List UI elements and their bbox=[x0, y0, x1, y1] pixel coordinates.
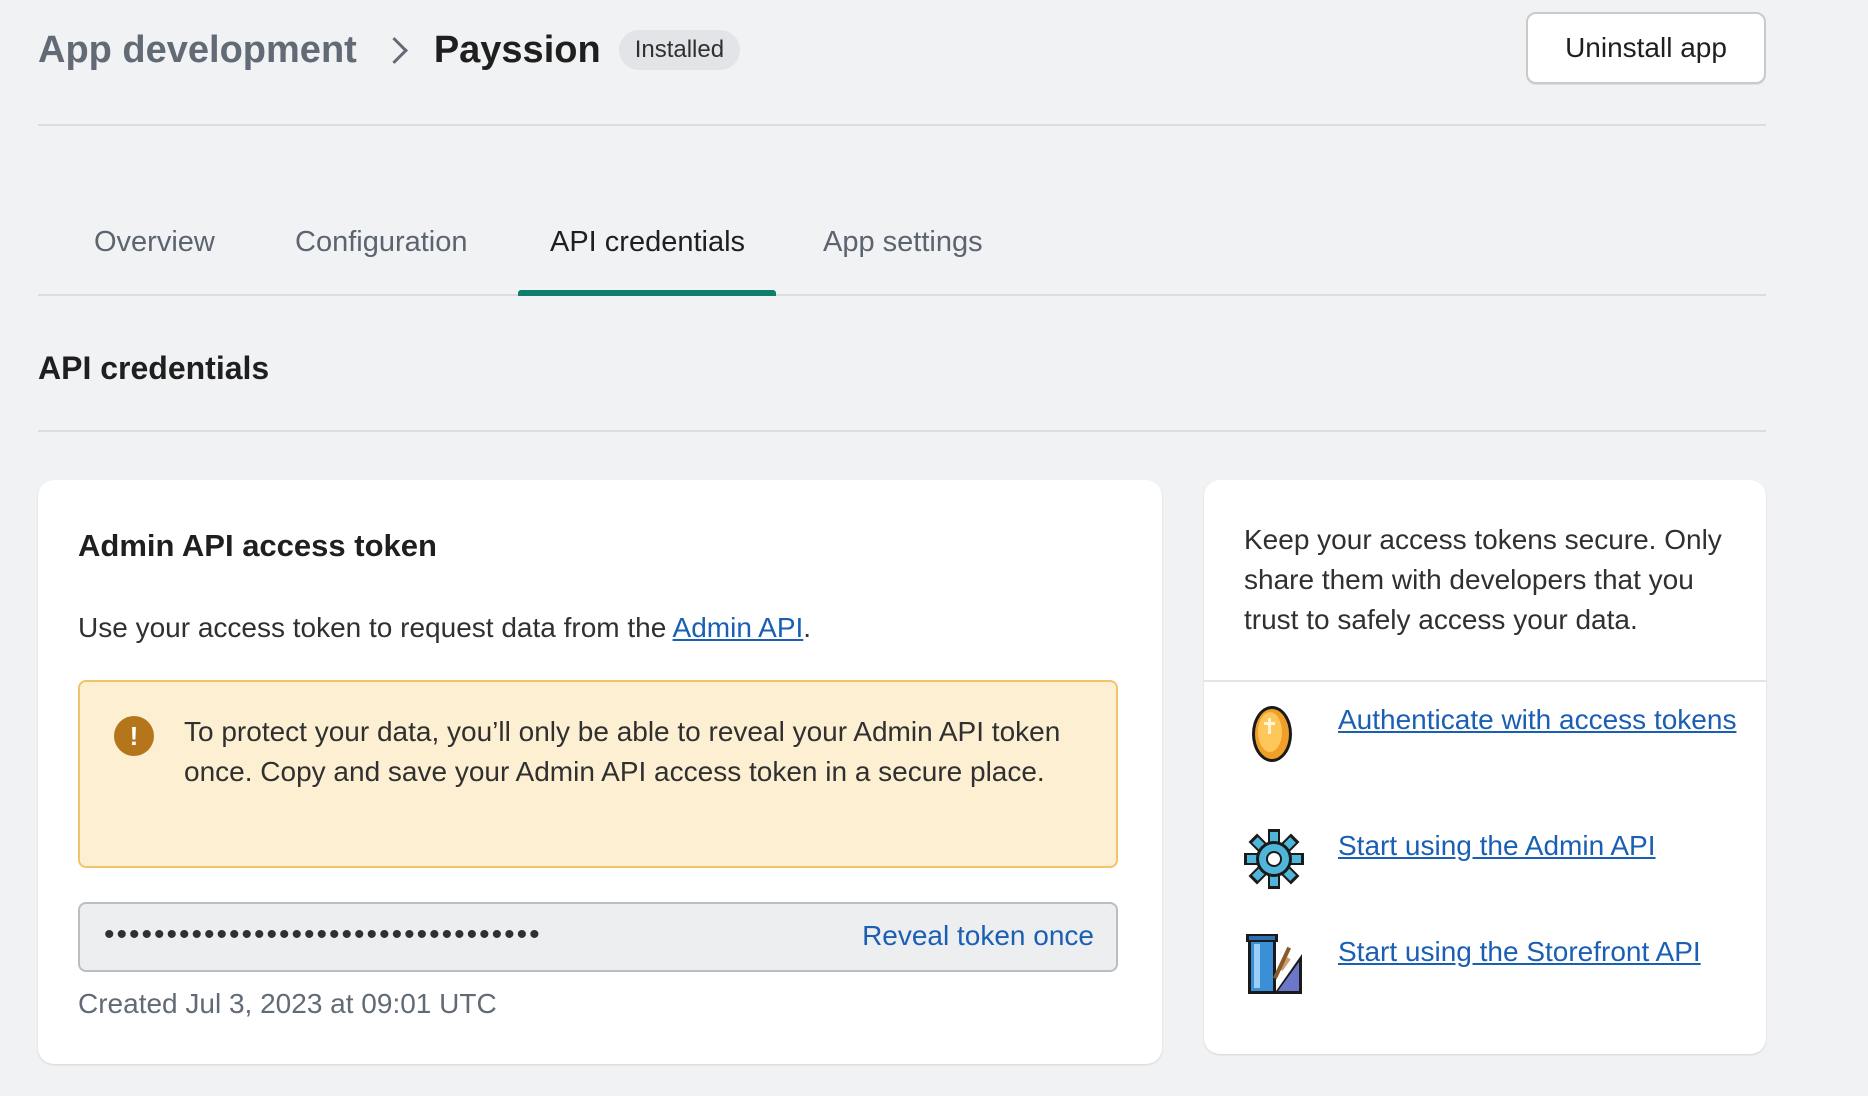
breadcrumb: App development Payssion Installed bbox=[38, 22, 741, 78]
section-title: API credentials bbox=[38, 350, 270, 386]
start-admin-api-link[interactable]: Start using the Admin API bbox=[1338, 826, 1738, 866]
section-divider bbox=[38, 430, 1766, 432]
exclamation-icon: ! bbox=[114, 716, 154, 756]
resource-item-authenticate: Authenticate with access tokens bbox=[1244, 700, 1738, 766]
warning-text: To protect your data, you’ll only be abl… bbox=[184, 716, 1061, 787]
gear-icon bbox=[1244, 829, 1304, 889]
admin-token-card-title: Admin API access token bbox=[78, 528, 437, 563]
resource-item-admin-api: Start using the Admin API bbox=[1244, 826, 1738, 892]
page-header: App development Payssion Installed Unins… bbox=[38, 0, 1766, 126]
status-badge: Installed bbox=[618, 30, 741, 70]
page: App development Payssion Installed Unins… bbox=[38, 0, 1766, 1064]
tab-api-credentials[interactable]: API credentials bbox=[550, 226, 745, 259]
uninstall-app-button[interactable]: Uninstall app bbox=[1526, 12, 1766, 84]
admin-token-description: Use your access token to request data fr… bbox=[78, 612, 811, 644]
token-created-timestamp: Created Jul 3, 2023 at 09:01 UTC bbox=[78, 988, 497, 1019]
active-tab-indicator bbox=[518, 290, 776, 296]
start-storefront-api-link[interactable]: Start using the Storefront API bbox=[1338, 932, 1738, 972]
security-note: Keep your access tokens secure. Only sha… bbox=[1244, 524, 1722, 635]
reveal-token-button[interactable]: Reveal token once bbox=[862, 920, 1094, 952]
resource-item-storefront-api: Start using the Storefront API bbox=[1244, 932, 1738, 998]
admin-api-link[interactable]: Admin API bbox=[673, 612, 804, 643]
chevron-right-icon bbox=[380, 36, 408, 64]
tab-app-settings[interactable]: App settings bbox=[823, 226, 983, 259]
masked-token: ••••••••••••••••••••••••••••••••••• bbox=[104, 918, 542, 951]
security-card-divider bbox=[1204, 680, 1766, 682]
tab-configuration[interactable]: Configuration bbox=[295, 226, 468, 259]
coin-icon bbox=[1252, 706, 1292, 762]
page-title: Payssion bbox=[433, 28, 601, 71]
tab-overview[interactable]: Overview bbox=[94, 226, 215, 259]
warning-banner: ! To protect your data, you’ll only be a… bbox=[78, 680, 1118, 868]
authenticate-access-tokens-link[interactable]: Authenticate with access tokens bbox=[1338, 700, 1738, 740]
description-text: Use your access token to request data fr… bbox=[78, 612, 673, 643]
description-period: . bbox=[803, 612, 812, 643]
breadcrumb-app-development[interactable]: App development bbox=[38, 29, 357, 72]
storefront-tools-icon bbox=[1246, 934, 1302, 994]
tab-bar: Overview Configuration API credentials A… bbox=[38, 190, 1766, 296]
token-field: ••••••••••••••••••••••••••••••••••• Reve… bbox=[78, 902, 1118, 972]
